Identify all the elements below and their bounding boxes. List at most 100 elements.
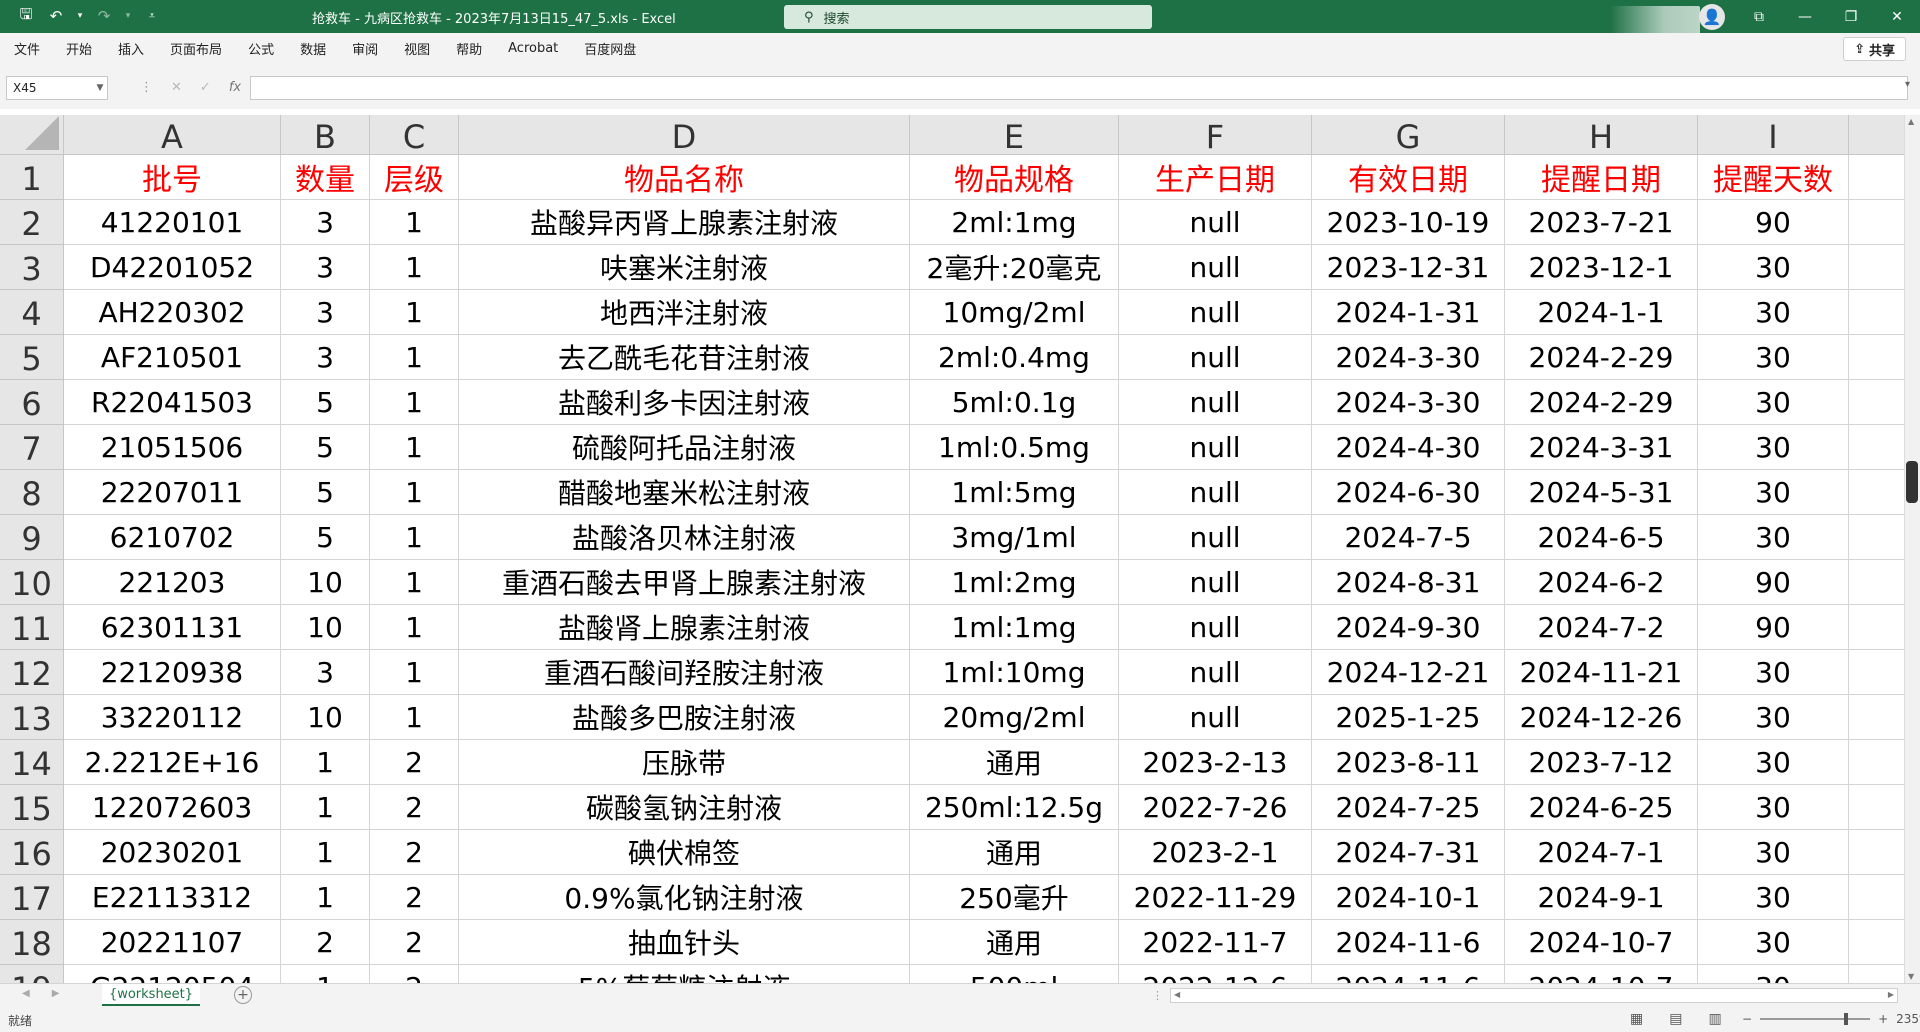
cell[interactable]: 1	[370, 560, 459, 605]
cell[interactable]: 0.9%氯化钠注射液	[459, 875, 910, 920]
cell[interactable]: 盐酸洛贝林注射液	[459, 515, 910, 560]
customize-toolbar-icon[interactable]: ⩡	[142, 6, 162, 26]
ribbon-tab-7[interactable]: 视图	[390, 39, 430, 58]
cell[interactable]: null	[1119, 380, 1312, 425]
column-header[interactable]: H	[1505, 115, 1698, 155]
cell[interactable]: AF210501	[64, 335, 281, 380]
cell[interactable]: null	[1119, 335, 1312, 380]
cell[interactable]: 去乙酰毛花苷注射液	[459, 335, 910, 380]
horizontal-scrollbar[interactable]: ◀ ▶	[1170, 988, 1898, 1003]
cell[interactable]: null	[1119, 290, 1312, 335]
cell[interactable]: R22041503	[64, 380, 281, 425]
cell[interactable]: 2024-5-31	[1505, 470, 1698, 515]
cell[interactable]: 重酒石酸间羟胺注射液	[459, 650, 910, 695]
cell[interactable]: 2024-6-2	[1505, 560, 1698, 605]
cell[interactable]: 5ml:0.1g	[910, 380, 1119, 425]
cell[interactable]: 1	[370, 245, 459, 290]
cell[interactable]: 2	[370, 785, 459, 830]
cell[interactable]: 通用	[910, 740, 1119, 785]
ribbon-tab-6[interactable]: 审阅	[338, 39, 378, 58]
cell[interactable]	[1849, 785, 1904, 830]
cell[interactable]: 2024-7-5	[1312, 515, 1505, 560]
cell[interactable]: 1	[281, 875, 370, 920]
cell[interactable]: 90	[1698, 560, 1849, 605]
cell[interactable]: 30	[1698, 830, 1849, 875]
cell[interactable]: 2024-6-25	[1505, 785, 1698, 830]
cell[interactable]: 3	[281, 650, 370, 695]
row-header[interactable]: 8	[0, 470, 64, 515]
cell[interactable]: 22207011	[64, 470, 281, 515]
cell[interactable]: 1	[281, 740, 370, 785]
zoom-slider[interactable]	[1760, 1013, 1871, 1025]
cell[interactable]: 1	[370, 695, 459, 740]
minimize-icon[interactable]: —	[1782, 0, 1828, 33]
header-cell[interactable]: 批号	[64, 155, 281, 200]
cell[interactable]: null	[1119, 695, 1312, 740]
cell[interactable]: 2024-9-30	[1312, 605, 1505, 650]
zoom-in-icon[interactable]: +	[1878, 1012, 1888, 1026]
cell[interactable]: 30	[1698, 650, 1849, 695]
cell[interactable]: 2022-11-29	[1119, 875, 1312, 920]
cell[interactable]: 2024-1-1	[1505, 290, 1698, 335]
cell[interactable]: 2024-9-1	[1505, 875, 1698, 920]
ribbon-tab-3[interactable]: 页面布局	[156, 39, 222, 58]
restore-icon[interactable]: ❐	[1828, 0, 1874, 33]
cell[interactable]: G22120504	[64, 965, 281, 983]
undo-icon[interactable]: ↶	[46, 6, 66, 26]
ribbon-display-options-icon[interactable]: ⧉	[1736, 0, 1782, 33]
zoom-level[interactable]: 235%	[1896, 1012, 1920, 1026]
search-box[interactable]: ⚲ 搜索	[784, 5, 1152, 29]
cell[interactable]: 250毫升	[910, 875, 1119, 920]
cell[interactable]: 1	[281, 830, 370, 875]
cell[interactable]: 2	[370, 740, 459, 785]
cell[interactable]: null	[1119, 560, 1312, 605]
scroll-thumb[interactable]	[1906, 461, 1918, 503]
cancel-icon[interactable]: ✕	[171, 80, 182, 95]
cell[interactable]: 2ml:1mg	[910, 200, 1119, 245]
cell[interactable]: 30	[1698, 875, 1849, 920]
cell[interactable]: 30	[1698, 290, 1849, 335]
cell[interactable]: 5%葡萄糖注射液	[459, 965, 910, 983]
save-icon[interactable]: 🖫	[16, 5, 36, 26]
cell[interactable]: 2023-7-21	[1505, 200, 1698, 245]
cell[interactable]: 41220101	[64, 200, 281, 245]
cell[interactable]: 1	[370, 515, 459, 560]
ribbon-tab-2[interactable]: 插入	[104, 39, 144, 58]
row-header[interactable]: 9	[0, 515, 64, 560]
redo-icon[interactable]: ↷	[94, 6, 114, 26]
cell[interactable]: 1	[281, 785, 370, 830]
cell[interactable]	[1849, 245, 1904, 290]
cell[interactable]: 2023-12-1	[1505, 245, 1698, 290]
cell[interactable]: 30	[1698, 695, 1849, 740]
cell[interactable]: 2024-10-7	[1505, 965, 1698, 983]
column-header[interactable]: E	[910, 115, 1119, 155]
scroll-right-icon[interactable]: ▶	[1888, 990, 1894, 999]
cell[interactable]: 2024-7-25	[1312, 785, 1505, 830]
cell[interactable]: 2023-2-1	[1119, 830, 1312, 875]
cell[interactable]: null	[1119, 515, 1312, 560]
cell[interactable]: 500ml	[910, 965, 1119, 983]
cell[interactable]: 2	[370, 875, 459, 920]
cell[interactable]: 3	[281, 290, 370, 335]
cell[interactable]: 22120938	[64, 650, 281, 695]
row-header[interactable]: 6	[0, 380, 64, 425]
cell[interactable]: 10	[281, 560, 370, 605]
column-header[interactable]: B	[281, 115, 370, 155]
cell[interactable]: 1	[370, 335, 459, 380]
row-header[interactable]: 16	[0, 830, 64, 875]
cell[interactable]	[1849, 290, 1904, 335]
cell[interactable]: 30	[1698, 335, 1849, 380]
cell[interactable]: 2024-3-30	[1312, 335, 1505, 380]
cell[interactable]: 2024-7-2	[1505, 605, 1698, 650]
page-layout-view-icon[interactable]: ▤	[1669, 1011, 1682, 1027]
cell[interactable]: 30	[1698, 515, 1849, 560]
cell[interactable]: 2023-10-19	[1312, 200, 1505, 245]
cell[interactable]: 压脉带	[459, 740, 910, 785]
cell[interactable]: null	[1119, 650, 1312, 695]
header-cell[interactable]: 生产日期	[1119, 155, 1312, 200]
cell[interactable]: 5	[281, 380, 370, 425]
cell[interactable]: 5	[281, 515, 370, 560]
cell[interactable]: 2024-10-1	[1312, 875, 1505, 920]
cell[interactable]	[1849, 965, 1904, 983]
chevron-down-icon[interactable]: ▼	[93, 83, 107, 93]
